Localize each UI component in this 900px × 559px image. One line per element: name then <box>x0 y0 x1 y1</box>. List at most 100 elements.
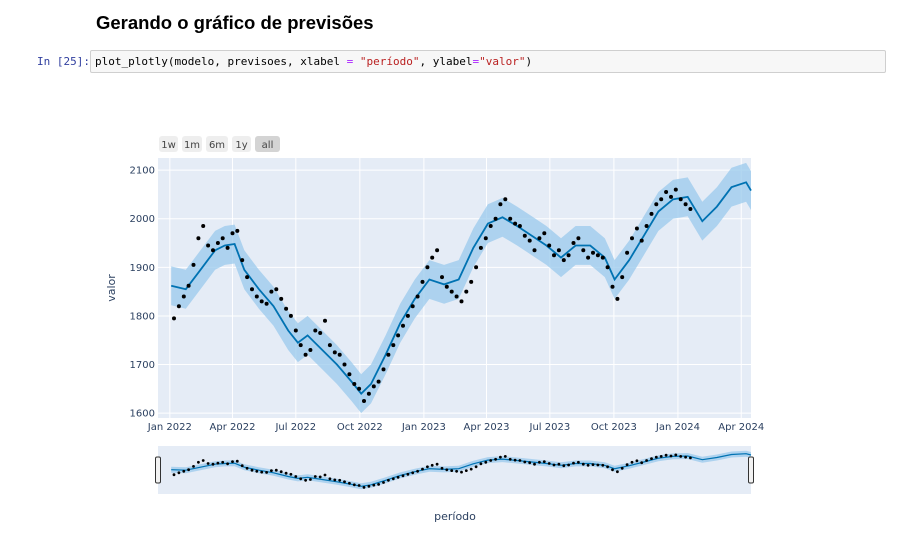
range-slider-point <box>182 469 186 473</box>
data-point <box>581 248 586 253</box>
range-slider-point <box>284 471 288 475</box>
range-slider-point <box>508 457 512 461</box>
range-slider-point <box>216 461 220 465</box>
data-point <box>664 190 669 194</box>
data-point <box>571 241 576 245</box>
range-slider-point <box>333 478 337 482</box>
data-point <box>634 226 639 231</box>
data-point <box>401 323 405 328</box>
y-tick-label: 1700 <box>130 360 155 371</box>
range-selector[interactable]: 1w 1m 6m 1y all <box>159 136 280 152</box>
data-point <box>186 283 191 288</box>
range-button-label[interactable]: 1y <box>235 140 247 151</box>
data-point <box>498 202 503 207</box>
range-slider-point <box>411 471 415 475</box>
range-slider-point <box>518 459 522 462</box>
data-point <box>644 224 649 228</box>
data-point <box>288 313 293 318</box>
y-axis-ticks: 1600 1700 1800 1900 2000 2100 <box>130 166 155 420</box>
data-point <box>196 236 201 241</box>
data-point <box>352 382 357 386</box>
y-tick-label: 1600 <box>130 409 155 420</box>
range-slider-point <box>625 463 629 466</box>
range-slider-point <box>430 463 434 467</box>
range-slider-point <box>689 456 692 460</box>
data-point <box>386 352 391 357</box>
range-slider-point <box>309 478 312 481</box>
data-point <box>600 255 605 260</box>
x-tick-label: Apr 2023 <box>464 422 510 433</box>
range-button-all[interactable]: all <box>255 136 280 152</box>
data-point <box>654 202 659 207</box>
data-point <box>211 248 215 253</box>
x-tick-label: Apr 2024 <box>718 422 764 433</box>
data-point <box>235 228 240 233</box>
range-slider-point <box>630 460 634 464</box>
range-slider-point <box>503 455 507 458</box>
range-slider-point <box>523 460 527 464</box>
data-point <box>376 379 381 384</box>
range-slider-point <box>659 455 663 458</box>
range-button-6m[interactable]: 6m <box>206 136 228 152</box>
range-button-label[interactable]: 1m <box>184 140 200 151</box>
x-tick-label: Jan 2024 <box>655 422 700 433</box>
range-slider-point <box>654 455 658 459</box>
range-slider-handle-left[interactable] <box>155 456 161 484</box>
data-point <box>308 348 313 352</box>
data-point <box>245 275 250 280</box>
range-slider-point <box>226 462 230 466</box>
data-point <box>605 265 610 270</box>
x-tick-label: Oct 2023 <box>591 422 637 433</box>
range-button-label[interactable]: 1w <box>161 140 176 151</box>
y-tick-label: 1800 <box>130 311 155 322</box>
data-point <box>303 352 308 357</box>
range-slider-handle-right[interactable] <box>748 456 754 484</box>
range-slider-point <box>674 453 678 457</box>
range-slider-point <box>270 469 273 472</box>
data-point <box>561 258 566 263</box>
data-point <box>625 250 630 255</box>
x-tick-label: Apr 2022 <box>210 422 256 433</box>
data-point <box>269 289 274 294</box>
range-slider-point <box>294 475 298 478</box>
data-point <box>478 245 483 250</box>
range-button-1w[interactable]: 1w <box>159 136 178 152</box>
range-slider-point <box>289 472 293 476</box>
range-slider-point <box>557 462 561 466</box>
range-slider-point <box>192 465 195 468</box>
data-point <box>176 304 181 309</box>
range-slider-point <box>538 460 541 464</box>
data-point <box>298 343 303 348</box>
range-slider-point <box>177 471 181 475</box>
data-point <box>688 207 693 211</box>
range-slider[interactable] <box>155 446 754 494</box>
data-point <box>259 299 264 304</box>
range-slider-point <box>581 462 585 466</box>
forecast-plot[interactable]: 1w 1m 6m 1y all Jan 2022 Apr 2022 Jul 2022 Oct … <box>0 0 900 559</box>
range-button-1y[interactable]: 1y <box>232 136 251 152</box>
data-point <box>532 248 537 253</box>
range-slider-point <box>328 477 332 481</box>
range-slider-point <box>299 477 303 481</box>
data-point <box>410 304 415 309</box>
range-slider-point <box>479 462 483 466</box>
range-slider-point <box>172 473 176 477</box>
data-point <box>250 287 254 292</box>
range-slider-point <box>499 455 502 459</box>
range-slider-point <box>635 459 639 463</box>
range-slider-point <box>372 483 376 487</box>
range-slider-point <box>435 462 439 466</box>
range-slider-point <box>377 483 380 486</box>
range-slider-point <box>533 462 536 466</box>
range-slider-point <box>489 459 493 462</box>
range-button-label[interactable]: 6m <box>209 140 225 151</box>
data-point <box>206 243 211 248</box>
range-button-label[interactable]: all <box>262 140 274 151</box>
data-point <box>615 296 620 301</box>
range-button-1m[interactable]: 1m <box>182 136 202 152</box>
range-slider-point <box>586 463 590 467</box>
y-tick-label: 1900 <box>130 263 155 274</box>
range-slider-point <box>450 469 454 472</box>
data-point <box>362 399 366 403</box>
data-point <box>464 289 469 294</box>
